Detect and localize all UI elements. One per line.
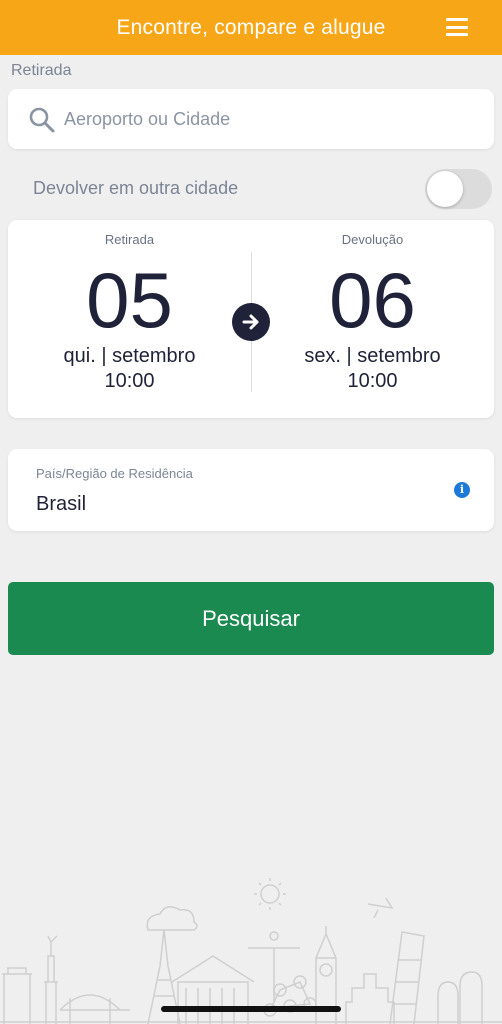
- residence-label: País/Região de Residência: [36, 466, 193, 481]
- return-time: 10:00: [347, 370, 398, 392]
- pickup-weekday-month: qui. | setembro: [63, 345, 196, 367]
- return-other-city-toggle[interactable]: [425, 169, 492, 209]
- location-search-box[interactable]: [8, 89, 494, 149]
- residence-value: Brasil: [36, 493, 87, 515]
- return-other-city-label: Devolver em outra cidade: [33, 178, 239, 198]
- pickup-date-picker[interactable]: Retirada 05 qui. | setembro 10:00: [8, 220, 251, 418]
- residence-selector[interactable]: País/Região de Residência Brasil i: [8, 449, 494, 531]
- toggle-knob: [427, 171, 463, 207]
- landmarks-skyline-illustration: [0, 878, 502, 1024]
- return-date-picker[interactable]: Devolução 06 sex. | setembro 10:00: [251, 220, 494, 418]
- search-icon: [29, 107, 55, 133]
- return-day: 06: [329, 256, 416, 344]
- arrow-right-icon: [232, 303, 270, 341]
- search-button[interactable]: Pesquisar: [8, 582, 494, 655]
- return-date-heading: Devolução: [341, 232, 404, 247]
- location-search-input[interactable]: [64, 99, 484, 139]
- info-icon[interactable]: i: [454, 482, 470, 498]
- header-title: Encontre, compare e alugue: [116, 15, 386, 39]
- pickup-section-label: Retirada: [11, 62, 72, 79]
- pickup-time: 10:00: [104, 370, 155, 392]
- rental-dates-card: Retirada 05 qui. | setembro 10:00 Devolu…: [8, 220, 494, 418]
- pickup-day: 05: [86, 256, 173, 344]
- app-header: Encontre, compare e alugue: [0, 0, 502, 55]
- pickup-date-heading: Retirada: [104, 232, 155, 247]
- home-indicator: [161, 1006, 341, 1012]
- app-screen: Encontre, compare e alugue Retirada Devo…: [0, 0, 502, 1024]
- return-weekday-month: sex. | setembro: [304, 345, 441, 367]
- hamburger-menu-icon[interactable]: [446, 18, 468, 36]
